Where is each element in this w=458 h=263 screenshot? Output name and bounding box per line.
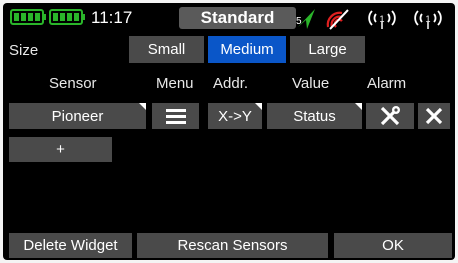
size-large-button[interactable]: Large (290, 36, 365, 63)
antenna-icon: 1 (414, 10, 442, 29)
no-signal-icon (326, 9, 349, 30)
battery-icon (49, 9, 85, 25)
size-medium-button[interactable]: Medium (208, 36, 286, 63)
alarm-settings-button[interactable] (366, 103, 414, 129)
alarm-header: Alarm (367, 75, 407, 92)
value-button[interactable]: Status (267, 103, 362, 129)
rescan-sensors-button[interactable]: Rescan Sensors (137, 233, 328, 258)
signal-number: 5 (296, 16, 302, 27)
tools-icon (380, 106, 400, 126)
model-title: Standard (179, 7, 296, 29)
menu-icon (165, 109, 186, 124)
menu-button[interactable] (152, 103, 199, 129)
address-button[interactable]: X->Y (208, 103, 262, 129)
size-small-button[interactable]: Small (129, 36, 204, 63)
clock: 11:17 (91, 8, 133, 27)
antenna-icon: 1 (368, 10, 396, 29)
add-sensor-button[interactable]: + (9, 137, 112, 162)
menu-header: Menu (156, 75, 194, 92)
remove-sensor-button[interactable] (418, 103, 450, 129)
screen: 11:17 Standard 5 1 1 Size Small Medium L… (3, 3, 455, 260)
delete-widget-button[interactable]: Delete Widget (9, 233, 132, 258)
ok-button[interactable]: OK (334, 233, 452, 258)
model-title-label: Standard (200, 8, 275, 27)
battery-icon (10, 9, 46, 25)
size-label: Size (9, 42, 39, 59)
value-header: Value (292, 75, 330, 92)
addr-header: Addr. (213, 75, 249, 92)
sensor-select-button[interactable]: Pioneer (9, 103, 146, 129)
close-icon (425, 107, 443, 125)
sensor-header: Sensor (49, 75, 97, 92)
